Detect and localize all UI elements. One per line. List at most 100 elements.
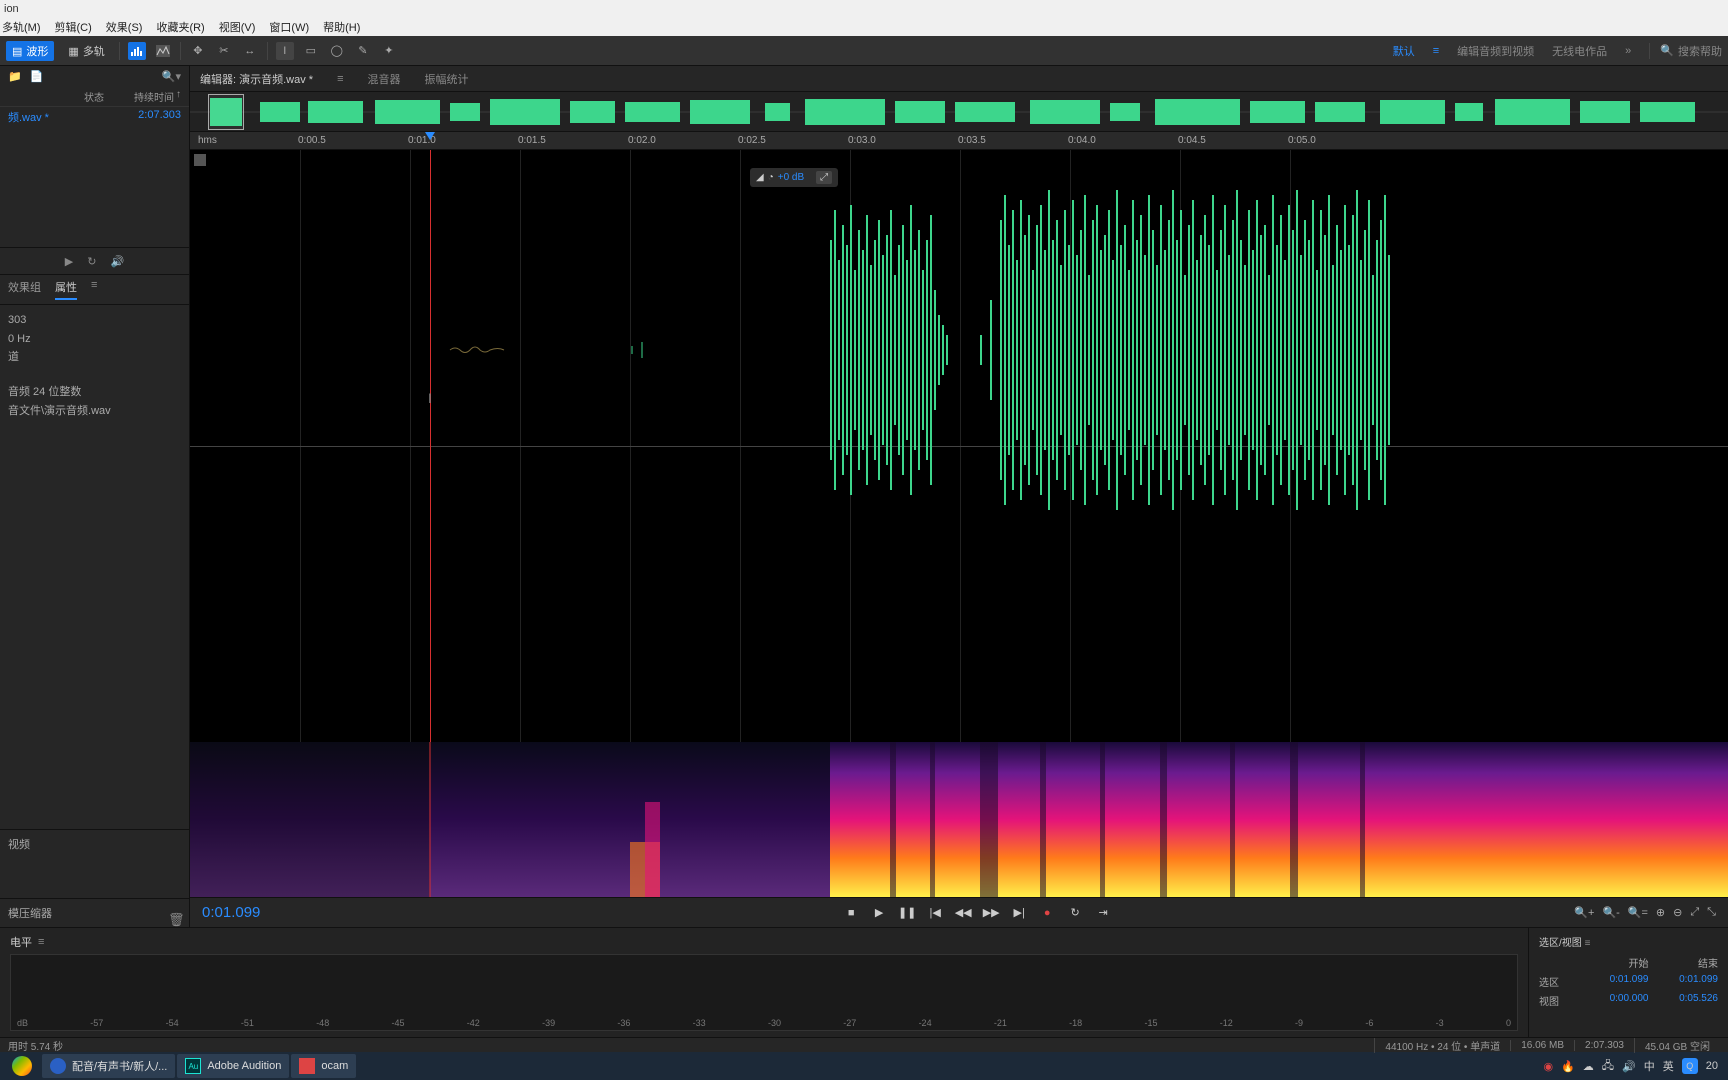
search-placeholder: 搜索帮助: [1678, 43, 1722, 59]
taskbar-app-audition[interactable]: Au Adobe Audition: [177, 1054, 289, 1078]
db-scale: dB-57-54 -51-48-45 -42-39-36 -33-30-27 -…: [11, 1018, 1517, 1028]
tab-menu-icon[interactable]: ≡: [337, 73, 343, 85]
col-status[interactable]: 状态: [84, 89, 134, 104]
rewind-button[interactable]: ◀◀: [954, 904, 972, 922]
hud-pin-icon[interactable]: ⤢: [816, 171, 832, 184]
video-section[interactable]: 视频: [0, 829, 189, 858]
tray-ime[interactable]: 中: [1644, 1058, 1655, 1074]
spectrogram-display[interactable]: [190, 742, 1728, 897]
play-button[interactable]: ▶: [870, 904, 888, 922]
zoom-sel-out-icon[interactable]: ⤡: [1707, 906, 1716, 919]
trash-icon[interactable]: 🗑: [168, 912, 185, 928]
start-button[interactable]: [4, 1054, 40, 1078]
marquee-tool-icon[interactable]: ▭: [302, 42, 320, 60]
tray-cloud-icon[interactable]: ☁: [1583, 1060, 1594, 1073]
view-end[interactable]: 0:05.526: [1659, 993, 1719, 1008]
workspace-more-icon[interactable]: »: [1625, 45, 1631, 57]
tray-app-icon[interactable]: 🔥: [1561, 1060, 1575, 1073]
status-format: 44100 Hz • 24 位 • 单声道: [1374, 1038, 1510, 1053]
brush-tool-icon[interactable]: ✎: [354, 42, 372, 60]
workspace-menu-icon[interactable]: ≡: [1433, 45, 1439, 57]
skip-silence-button[interactable]: ⇥: [1094, 904, 1112, 922]
editor-tab-mixer[interactable]: 混音器: [368, 71, 401, 87]
record-button[interactable]: ●: [1038, 904, 1056, 922]
editor-tab-file[interactable]: 编辑器: 演示音频.wav *: [200, 71, 313, 87]
tab-effects[interactable]: 效果组: [8, 279, 41, 300]
taskbar-app-1[interactable]: 配音/有声书/新人/...: [42, 1054, 175, 1078]
loop-mini-icon[interactable]: ↻: [87, 255, 96, 268]
menu-multitrack[interactable]: 多轨(M): [2, 19, 41, 35]
compressor-section[interactable]: 模压缩器: [0, 898, 189, 927]
razor-tool-icon[interactable]: ✂: [215, 42, 233, 60]
filter-icon[interactable]: 🔍▾: [162, 70, 181, 83]
move-tool-icon[interactable]: ✥: [189, 42, 207, 60]
menu-effects[interactable]: 效果(S): [106, 19, 143, 35]
level-meter[interactable]: dB-57-54 -51-48-45 -42-39-36 -33-30-27 -…: [10, 954, 1518, 1031]
tray-volume-icon[interactable]: 🔊: [1622, 1060, 1636, 1073]
overview-waveform[interactable]: [190, 92, 1728, 132]
help-search[interactable]: 🔍 搜索帮助: [1649, 43, 1722, 59]
waveform-display[interactable]: ◢ ◔ +0 dB ⤢ I: [190, 150, 1728, 742]
status-disk: 45.04 GB 空闲: [1634, 1038, 1720, 1053]
taskbar-app-ocam[interactable]: ocam: [291, 1054, 356, 1078]
loop-button[interactable]: ↻: [1066, 904, 1084, 922]
tray-record-icon[interactable]: ◉: [1543, 1060, 1553, 1073]
zoom-out-v-icon[interactable]: ⊖: [1673, 906, 1682, 919]
playhead-marker-icon[interactable]: [425, 132, 435, 142]
record-icon[interactable]: 📄: [30, 70, 44, 83]
mode-waveform[interactable]: ▤波形: [6, 41, 54, 61]
current-time[interactable]: 0:01.099: [190, 904, 380, 921]
lasso-tool-icon[interactable]: ◯: [328, 42, 346, 60]
panel-menu-icon[interactable]: ≡: [38, 936, 44, 948]
menu-clip[interactable]: 剪辑(C): [55, 19, 92, 35]
prop-line: 音文件\演示音频.wav: [8, 402, 181, 421]
sel-end[interactable]: 0:01.099: [1659, 974, 1719, 989]
file-row[interactable]: 频.wav * 2:07.303: [0, 107, 189, 127]
stop-button[interactable]: ■: [842, 904, 860, 922]
menu-view[interactable]: 视图(V): [219, 19, 256, 35]
zoom-reset-icon[interactable]: 🔍=: [1628, 906, 1648, 919]
zoom-in-v-icon[interactable]: ⊕: [1656, 906, 1665, 919]
time-ruler[interactable]: hms 0:00.5 0:01.0 0:01.5 0:02.0 0:02.5 0…: [190, 132, 1728, 150]
playhead-line[interactable]: [430, 150, 431, 742]
menu-help[interactable]: 帮助(H): [323, 19, 360, 35]
prop-line: 303: [8, 311, 181, 330]
menu-favorites[interactable]: 收藏夹(R): [156, 19, 204, 35]
pause-button[interactable]: ❚❚: [898, 904, 916, 922]
mode-multitrack[interactable]: ▦多轨: [62, 41, 110, 61]
tab-menu-icon[interactable]: ≡: [91, 279, 97, 300]
tray-time[interactable]: 20: [1706, 1060, 1718, 1072]
tray-network-icon[interactable]: 🖧: [1602, 1057, 1614, 1076]
workspace-radio[interactable]: 无线电作品: [1552, 43, 1607, 59]
editor-tab-amp[interactable]: 振幅统计: [425, 71, 469, 87]
auto-play-icon[interactable]: 🔊: [110, 255, 124, 268]
workspace-default[interactable]: 默认: [1393, 43, 1415, 59]
go-end-button[interactable]: ▶|: [1010, 904, 1028, 922]
overview-view-region[interactable]: [208, 94, 244, 130]
zoom-controls: 🔍+ 🔍- 🔍= ⊕ ⊖ ⤢ ⤡: [1574, 906, 1728, 919]
hud-volume[interactable]: ◢ ◔ +0 dB ⤢: [750, 168, 838, 187]
time-selection-icon[interactable]: I: [276, 42, 294, 60]
tab-properties[interactable]: 属性: [55, 279, 77, 300]
zoom-out-h-icon[interactable]: 🔍-: [1602, 906, 1619, 919]
import-icon[interactable]: 📁: [8, 70, 22, 83]
windows-logo-icon: [12, 1056, 32, 1076]
menu-window[interactable]: 窗口(W): [269, 19, 309, 35]
spectral-freq-icon[interactable]: [128, 42, 146, 60]
panel-menu-icon[interactable]: ≡: [1585, 938, 1591, 949]
slip-tool-icon[interactable]: ↔: [241, 42, 259, 60]
zoom-in-h-icon[interactable]: 🔍+: [1574, 906, 1594, 919]
zoom-sel-in-icon[interactable]: ⤢: [1690, 906, 1699, 919]
tray-extra-icon[interactable]: Q: [1682, 1058, 1698, 1074]
col-duration[interactable]: 持续时间: [134, 89, 174, 104]
sel-start[interactable]: 0:01.099: [1589, 974, 1649, 989]
forward-button[interactable]: ▶▶: [982, 904, 1000, 922]
go-start-button[interactable]: |◀: [926, 904, 944, 922]
workspace-audio-video[interactable]: 编辑音频到视频: [1457, 43, 1534, 59]
spot-heal-icon[interactable]: ✦: [380, 42, 398, 60]
view-start[interactable]: 0:00.000: [1589, 993, 1649, 1008]
status-bar: 用时 5.74 秒 44100 Hz • 24 位 • 单声道 16.06 MB…: [0, 1037, 1728, 1052]
spectral-pitch-icon[interactable]: [154, 42, 172, 60]
tray-lang[interactable]: 英: [1663, 1058, 1674, 1074]
play-mini-icon[interactable]: ▶: [65, 255, 73, 268]
